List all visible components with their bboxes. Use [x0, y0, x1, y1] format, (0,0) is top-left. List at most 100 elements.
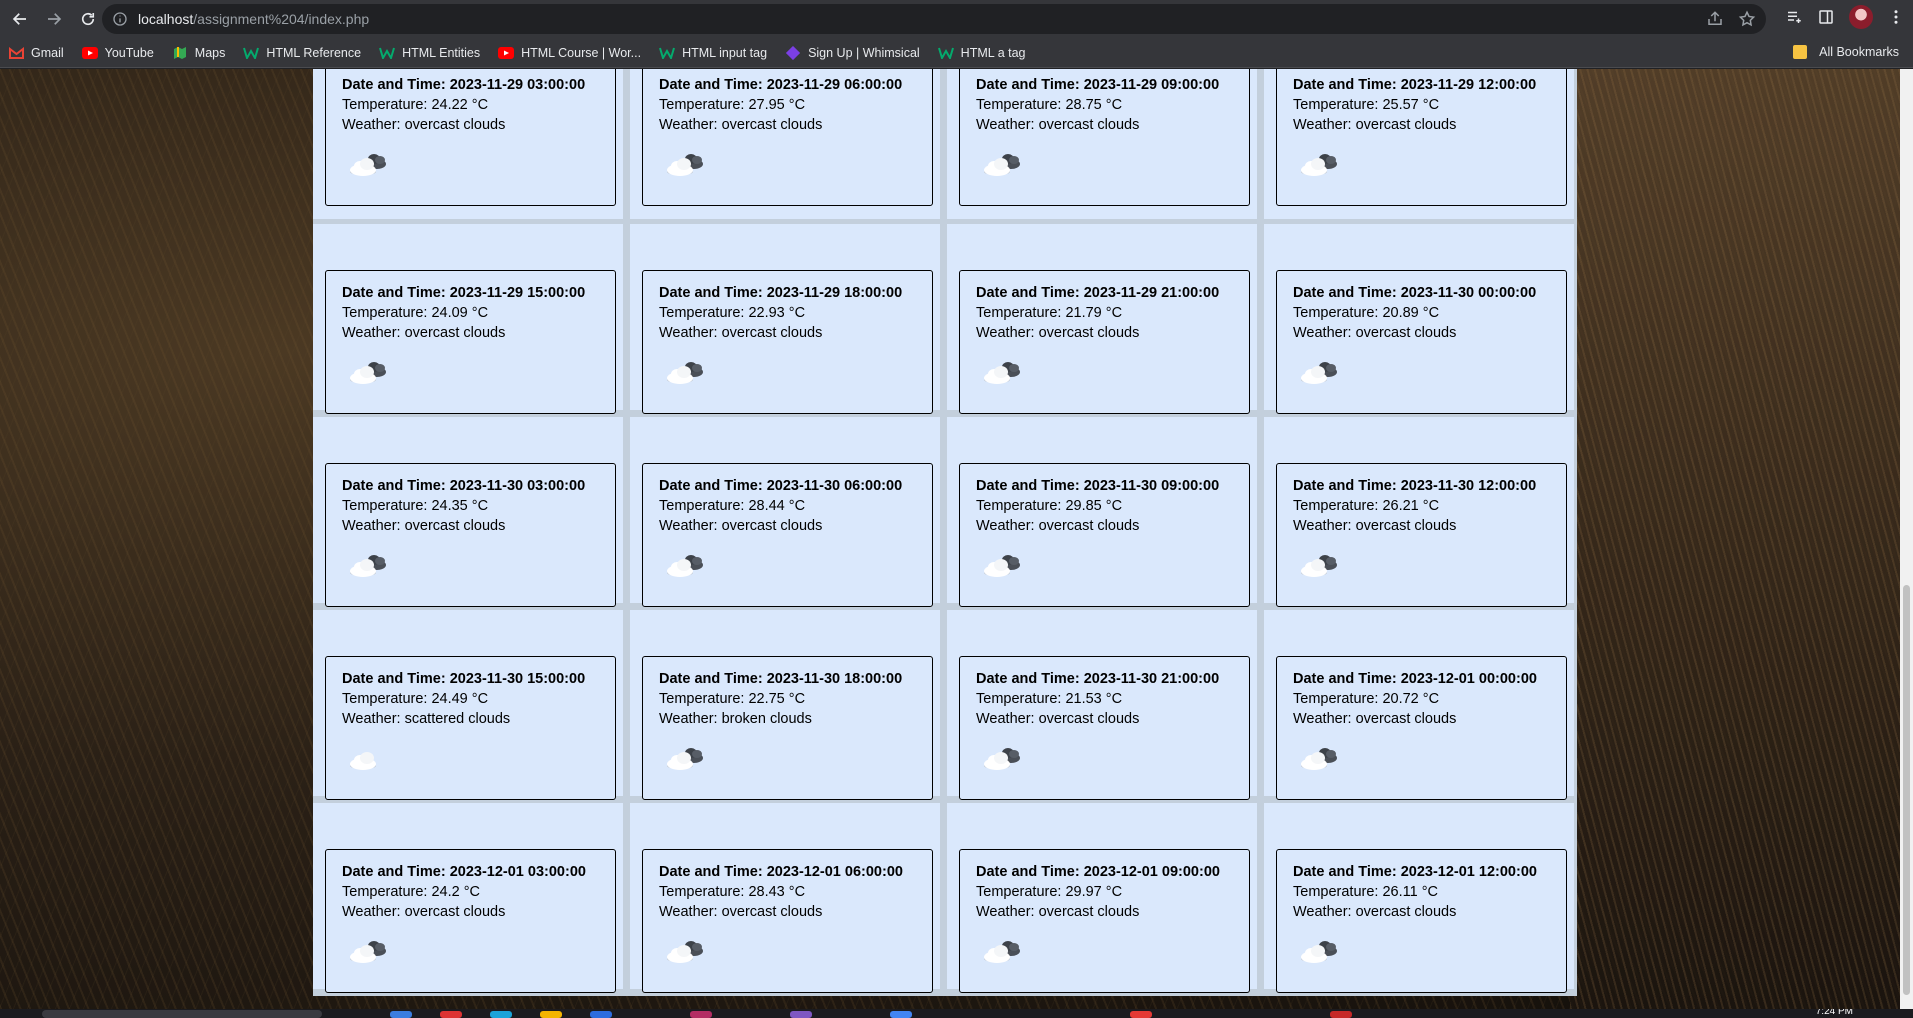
scrollbar-thumb[interactable]	[1903, 585, 1910, 995]
bookmark-item[interactable]: Sign Up | Whimsical	[785, 45, 920, 61]
forecast-temperature: Temperature: 26.21 °C	[1293, 498, 1440, 514]
scattered-clouds-icon	[346, 743, 390, 773]
overcast-clouds-icon	[1297, 357, 1341, 387]
forecast-cell: Date and Time: 2023-11-29 09:00:00 Temper…	[947, 69, 1257, 219]
forecast-cell: Date and Time: 2023-11-30 21:00:00 Temper…	[947, 610, 1257, 800]
arrow-left-icon	[12, 13, 26, 25]
bookmark-item[interactable]: Maps	[172, 45, 225, 61]
taskbar-app-icon[interactable]	[1130, 1011, 1152, 1018]
forecast-datetime: Date and Time: 2023-11-30 18:00:00	[659, 671, 903, 687]
bookmark-item[interactable]: HTML Reference	[243, 45, 361, 61]
overcast-clouds-icon	[1297, 743, 1341, 773]
forecast-temperature: Temperature: 22.75 °C	[659, 691, 806, 707]
overcast-clouds-icon	[1297, 936, 1341, 966]
taskbar-search[interactable]	[42, 1010, 322, 1018]
bookmark-item[interactable]: Gmail	[8, 45, 64, 61]
gmail-icon	[8, 45, 24, 61]
taskbar-app-icon[interactable]	[1330, 1011, 1352, 1018]
forecast-weather: Weather: overcast clouds	[659, 325, 823, 341]
profile-avatar[interactable]	[1849, 5, 1873, 29]
forecast-temperature: Temperature: 24.2 °C	[342, 884, 480, 900]
forecast-temperature: Temperature: 20.72 °C	[1293, 691, 1440, 707]
taskbar-app-icon[interactable]	[440, 1011, 462, 1018]
overcast-clouds-icon	[346, 149, 390, 179]
overcast-clouds-icon	[980, 936, 1024, 966]
bookmark-item[interactable]: YouTube	[81, 45, 154, 61]
taskbar-app-icon[interactable]	[490, 1011, 512, 1018]
info-icon[interactable]	[112, 11, 128, 27]
forecast-cell: Date and Time: 2023-11-29 03:00:00 Temper…	[313, 69, 623, 219]
bookmark-item[interactable]: HTML Course | Wor...	[498, 45, 641, 61]
taskbar-app-icon[interactable]	[790, 1011, 812, 1018]
forecast-weather: Weather: overcast clouds	[342, 325, 506, 341]
forecast-cell: Date and Time: 2023-11-30 03:00:00 Temper…	[313, 417, 623, 607]
forecast-card: Date and Time: 2023-12-01 06:00:00 Temper…	[642, 849, 933, 993]
reading-list-icon[interactable]	[1785, 8, 1803, 26]
forecast-cell: Date and Time: 2023-12-01 12:00:00 Temper…	[1264, 803, 1574, 993]
bookmark-item[interactable]: HTML Entities	[379, 45, 480, 61]
forecast-weather: Weather: overcast clouds	[1293, 518, 1457, 534]
forecast-card: Date and Time: 2023-11-29 18:00:00 Temper…	[642, 270, 933, 414]
bookmarks-bar: Gmail YouTube Maps HTML Reference HTML Entit…	[0, 38, 1913, 68]
bookmark-label: HTML Reference	[266, 45, 362, 60]
forecast-datetime: Date and Time: 2023-12-01 12:00:00	[1293, 864, 1537, 880]
os-taskbar: 7:24 PM	[0, 1009, 1913, 1018]
overcast-clouds-icon	[663, 149, 707, 179]
url-text: localhost/assignment%204/index.php	[138, 11, 369, 27]
url-path: /assignment%204/index.php	[193, 11, 370, 27]
taskbar-app-icon[interactable]	[590, 1011, 612, 1018]
taskbar-app-icon[interactable]	[540, 1011, 562, 1018]
taskbar-app-icon[interactable]	[890, 1011, 912, 1018]
taskbar-app-icon[interactable]	[390, 1011, 412, 1018]
forecast-card: Date and Time: 2023-11-30 09:00:00 Temper…	[959, 463, 1250, 607]
forecast-datetime: Date and Time: 2023-11-29 03:00:00	[342, 77, 586, 93]
bookmark-item[interactable]: HTML a tag	[937, 45, 1026, 61]
url-host: localhost	[138, 11, 194, 27]
forecast-cell: Date and Time: 2023-12-01 00:00:00 Temper…	[1264, 610, 1574, 800]
forecast-weather: Weather: overcast clouds	[976, 711, 1140, 727]
taskbar-app-icon[interactable]	[690, 1011, 712, 1018]
forecast-card: Date and Time: 2023-11-29 03:00:00 Temper…	[325, 69, 616, 206]
bookmark-label: Sign Up | Whimsical	[808, 45, 920, 60]
forecast-temperature: Temperature: 21.53 °C	[976, 691, 1123, 707]
forecast-temperature: Temperature: 24.35 °C	[342, 498, 489, 514]
star-icon[interactable]	[1738, 10, 1756, 28]
page-scrollbar[interactable]	[1900, 69, 1913, 1009]
forecast-weather: Weather: overcast clouds	[342, 904, 506, 920]
forward-button[interactable]	[40, 5, 68, 33]
menu-kebab-icon[interactable]	[1887, 8, 1905, 26]
all-bookmarks-button[interactable]: All Bookmarks	[1793, 45, 1899, 59]
forecast-datetime: Date and Time: 2023-11-29 18:00:00	[659, 285, 903, 301]
forecast-card: Date and Time: 2023-11-30 21:00:00 Temper…	[959, 656, 1250, 800]
forecast-cell: Date and Time: 2023-11-29 12:00:00 Temper…	[1264, 69, 1574, 219]
bookmark-label: HTML Entities	[402, 45, 481, 60]
overcast-clouds-icon	[346, 936, 390, 966]
forecast-weather: Weather: overcast clouds	[342, 518, 506, 534]
forecast-temperature: Temperature: 28.43 °C	[659, 884, 806, 900]
forecast-weather: Weather: overcast clouds	[1293, 117, 1457, 133]
forecast-datetime: Date and Time: 2023-12-01 09:00:00	[976, 864, 1220, 880]
whimsical-icon	[785, 45, 801, 61]
address-bar[interactable]: localhost/assignment%204/index.php	[102, 4, 1766, 34]
side-panel-icon[interactable]	[1817, 8, 1835, 26]
youtube-icon	[498, 45, 515, 61]
forecast-temperature: Temperature: 26.11 °C	[1293, 884, 1438, 900]
bookmark-label: YouTube	[104, 45, 154, 60]
bookmark-label: HTML Course | Wor...	[521, 45, 642, 60]
reload-button[interactable]	[74, 5, 102, 33]
forecast-temperature: Temperature: 20.89 °C	[1293, 305, 1440, 321]
forecast-datetime: Date and Time: 2023-11-30 00:00:00	[1293, 285, 1537, 301]
forecast-weather: Weather: overcast clouds	[659, 117, 823, 133]
bookmark-label: HTML a tag	[960, 45, 1026, 60]
forecast-weather: Weather: broken clouds	[659, 711, 812, 727]
forecast-weather: Weather: overcast clouds	[976, 904, 1140, 920]
forecast-datetime: Date and Time: 2023-11-29 15:00:00	[342, 285, 586, 301]
share-icon[interactable]	[1706, 10, 1724, 28]
back-button[interactable]	[6, 5, 34, 33]
forecast-cell: Date and Time: 2023-11-30 18:00:00 Temper…	[630, 610, 940, 800]
bookmark-item[interactable]: HTML input tag	[659, 45, 767, 61]
overcast-clouds-icon	[1297, 149, 1341, 179]
forecast-cell: Date and Time: 2023-12-01 09:00:00 Temper…	[947, 803, 1257, 993]
forecast-datetime: Date and Time: 2023-12-01 06:00:00	[659, 864, 903, 880]
forecast-weather: Weather: overcast clouds	[976, 117, 1140, 133]
